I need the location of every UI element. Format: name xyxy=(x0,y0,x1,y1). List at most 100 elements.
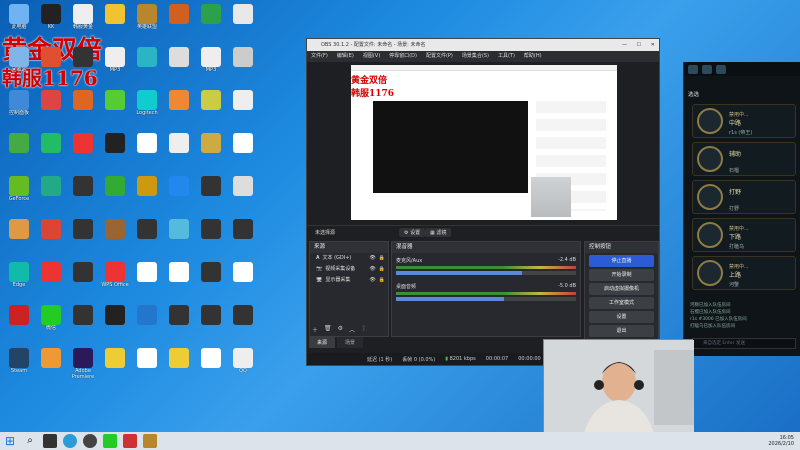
desktop-icon[interactable]: Edge xyxy=(4,262,34,294)
edge-icon[interactable] xyxy=(63,434,77,448)
desktop-icon[interactable] xyxy=(100,4,130,36)
visibility-icon[interactable]: 👁 xyxy=(369,275,375,286)
desktop-icon[interactable] xyxy=(196,133,226,165)
desktop-icon[interactable] xyxy=(132,219,162,251)
lobby-player[interactable]: 禁用中... 上路 河蟹 xyxy=(692,256,796,290)
virtual-camera-button[interactable]: 启动虚拟摄像机 xyxy=(589,283,654,295)
obs-taskbar-icon[interactable] xyxy=(83,434,97,448)
app-icon[interactable] xyxy=(103,434,117,448)
desktop-icon[interactable]: 此电脑 xyxy=(4,4,34,36)
lobby-player[interactable]: 打野 打野 xyxy=(692,180,796,214)
more-icon[interactable]: ⋮ xyxy=(361,325,367,334)
volume-slider[interactable]: 🔊 xyxy=(396,268,598,275)
desktop-icon[interactable] xyxy=(132,133,162,165)
desktop-icon[interactable] xyxy=(164,90,194,122)
desktop-icon[interactable] xyxy=(196,4,226,36)
filters-button[interactable]: ▦ 滤镜 xyxy=(425,228,452,237)
desktop-icon[interactable] xyxy=(36,47,66,79)
champ-icon[interactable] xyxy=(702,65,712,74)
add-source-icon[interactable]: ＋ xyxy=(312,325,318,334)
desktop-icon[interactable] xyxy=(36,262,66,294)
exit-button[interactable]: 退出 xyxy=(589,325,654,337)
menu-item[interactable]: 停靠窗口(D) xyxy=(389,51,417,62)
desktop-icon[interactable] xyxy=(132,348,162,380)
menu-item[interactable]: 文件(F) xyxy=(311,51,328,62)
desktop-icon[interactable] xyxy=(68,133,98,165)
maximize-icon[interactable]: ☐ xyxy=(637,39,641,51)
source-item[interactable]: 𝐀 文本 (GDI+) 👁 🔒 xyxy=(310,253,388,264)
volume-slider[interactable]: 🔊 xyxy=(396,294,598,301)
desktop-icon[interactable] xyxy=(36,176,66,208)
desktop-icon[interactable]: 控制面板 xyxy=(4,90,34,122)
desktop-icon[interactable] xyxy=(100,133,130,165)
taskview-icon[interactable] xyxy=(43,434,57,448)
desktop-icon[interactable] xyxy=(164,348,194,380)
source-item[interactable]: 📷 视频采集设备 👁 🔒 xyxy=(310,264,388,275)
desktop-icon[interactable] xyxy=(228,47,258,79)
desktop-icon[interactable] xyxy=(164,305,194,337)
minimize-icon[interactable]: — xyxy=(622,39,627,51)
clock[interactable]: 16:05 2026/2/10 xyxy=(768,435,794,447)
desktop-icon[interactable]: Steam xyxy=(4,348,34,380)
desktop-icon[interactable] xyxy=(228,305,258,337)
studio-mode-button[interactable]: 工作室模式 xyxy=(589,297,654,309)
lobby-player[interactable]: 辅助 石榴 xyxy=(692,142,796,176)
desktop-icon[interactable] xyxy=(68,305,98,337)
desktop-icon[interactable]: MP3 xyxy=(196,47,226,79)
desktop-icon[interactable] xyxy=(164,4,194,36)
desktop-icon[interactable]: GeForce xyxy=(4,176,34,208)
desktop-icon[interactable] xyxy=(228,176,258,208)
source-item[interactable]: 🖥 显示器采集 👁 🔒 xyxy=(310,275,388,286)
desktop-icon[interactable] xyxy=(164,47,194,79)
desktop-icon[interactable]: 微信 xyxy=(36,305,66,337)
desktop-icon[interactable] xyxy=(4,219,34,251)
search-icon[interactable]: ⌕ xyxy=(23,434,37,448)
obs-titlebar[interactable]: OBS 30.1.2 - 配置文件: 未命名 - 场景: 未命名 ✕ ☐ — xyxy=(307,39,659,51)
desktop-icon[interactable]: 回收站 xyxy=(4,47,34,79)
desktop-icon[interactable] xyxy=(196,90,226,122)
desktop-icon[interactable] xyxy=(100,90,130,122)
move-up-icon[interactable]: ︿ xyxy=(349,325,355,334)
visibility-icon[interactable]: 👁 xyxy=(369,253,375,264)
source-props-icon[interactable]: ⚙ xyxy=(338,325,343,334)
chat-input[interactable]: 来自选定 Enter 发送 xyxy=(692,338,796,349)
menu-item[interactable]: 配置文件(P) xyxy=(426,51,453,62)
desktop-icon[interactable] xyxy=(228,219,258,251)
desktop-icon[interactable] xyxy=(196,348,226,380)
champ-icon[interactable] xyxy=(688,65,698,74)
desktop-icon[interactable] xyxy=(196,176,226,208)
lobby-player[interactable]: 禁用中... 中路 r1s (帝王) xyxy=(692,104,796,138)
visibility-icon[interactable]: 👁 xyxy=(369,264,375,275)
desktop-icon[interactable] xyxy=(100,348,130,380)
delete-source-icon[interactable]: 🗑 xyxy=(324,325,332,334)
desktop-icon[interactable] xyxy=(132,47,162,79)
desktop-icon[interactable] xyxy=(68,90,98,122)
desktop-icon[interactable] xyxy=(4,305,34,337)
close-icon[interactable]: ✕ xyxy=(651,39,655,51)
desktop-icon[interactable] xyxy=(36,348,66,380)
desktop-icon[interactable] xyxy=(100,305,130,337)
desktop-icon[interactable] xyxy=(228,133,258,165)
desktop-icon[interactable] xyxy=(36,219,66,251)
menu-item[interactable]: 场景集合(S) xyxy=(462,51,489,62)
desktop-icon[interactable] xyxy=(132,262,162,294)
desktop-icon[interactable] xyxy=(132,176,162,208)
menu-item[interactable]: 帮助(H) xyxy=(524,51,542,62)
lock-icon[interactable]: 🔒 xyxy=(379,253,385,264)
desktop-icon[interactable] xyxy=(196,262,226,294)
desktop-icon[interactable] xyxy=(164,262,194,294)
desktop-icon[interactable] xyxy=(68,47,98,79)
desktop-icon[interactable]: QQ xyxy=(228,348,258,380)
desktop-icon[interactable]: 韩服黄金 xyxy=(68,4,98,36)
app-icon[interactable] xyxy=(123,434,137,448)
desktop-icon[interactable] xyxy=(100,176,130,208)
lobby-player[interactable]: 禁用中... 下路 打瞌乌 xyxy=(692,218,796,252)
desktop-icon[interactable] xyxy=(228,4,258,36)
desktop-icon[interactable]: Logitech xyxy=(132,90,162,122)
start-recording-button[interactable]: 开始录制 xyxy=(589,269,654,281)
desktop-icon[interactable]: MP3 xyxy=(100,47,130,79)
start-icon[interactable]: ⊞ xyxy=(3,434,17,448)
desktop-icon[interactable]: 英雄联盟 xyxy=(132,4,162,36)
settings-button[interactable]: ⚙ 设置 xyxy=(399,228,426,237)
lock-icon[interactable]: 🔒 xyxy=(379,275,385,286)
